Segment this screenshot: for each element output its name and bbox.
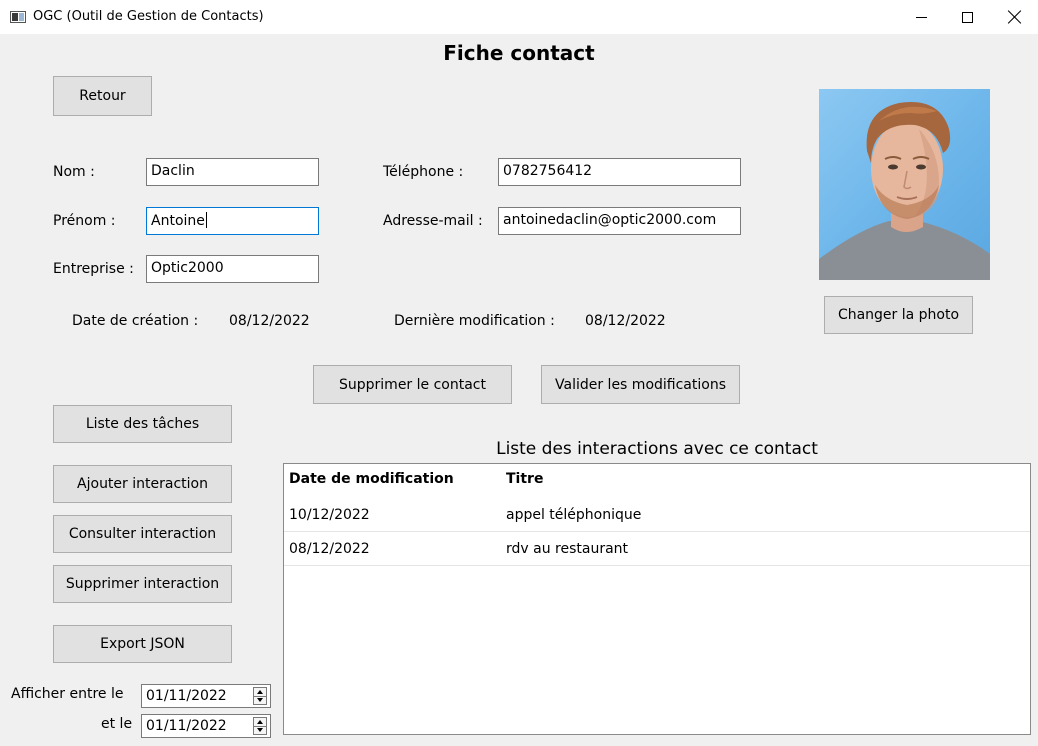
view-interaction-button[interactable]: Consulter interaction [53, 515, 232, 553]
interactions-title: Liste des interactions avec ce contact [496, 439, 818, 459]
first-name-field[interactable]: Antoine [146, 207, 319, 235]
export-json-button[interactable]: Export JSON [53, 625, 232, 663]
created-date-label: Date de création : [72, 313, 199, 329]
first-name-value: Antoine [151, 213, 205, 229]
last-name-field[interactable]: Daclin [146, 158, 319, 186]
email-field[interactable]: antoinedaclin@optic2000.com [498, 207, 741, 235]
table-row[interactable]: 10/12/2022 appel téléphonique [284, 498, 1030, 532]
company-label: Entreprise : [53, 261, 134, 277]
contact-photo [819, 89, 990, 280]
email-label: Adresse-mail : [383, 213, 483, 229]
delete-interaction-button[interactable]: Supprimer interaction [53, 565, 232, 603]
row-date: 10/12/2022 [289, 507, 370, 523]
change-photo-button[interactable]: Changer la photo [824, 296, 973, 334]
row-title: rdv au restaurant [506, 541, 629, 557]
maximize-button[interactable] [944, 0, 990, 34]
filter-to-label: et le [101, 716, 133, 732]
row-title: appel téléphonique [506, 507, 642, 523]
filter-from-value: 01/11/2022 [146, 688, 227, 704]
minimize-icon [915, 16, 927, 18]
column-header-title[interactable]: Titre [506, 471, 543, 487]
first-name-label: Prénom : [53, 213, 116, 229]
created-date-value: 08/12/2022 [229, 313, 310, 329]
page-title: Fiche contact [443, 41, 595, 65]
maximize-icon [961, 11, 973, 23]
column-header-date[interactable]: Date de modification [289, 471, 454, 487]
window-title: OGC (Outil de Gestion de Contacts) [33, 9, 264, 24]
contact-portrait-image [819, 102, 990, 280]
filter-to-date-input[interactable]: 01/11/2022 [141, 714, 271, 738]
row-date: 08/12/2022 [289, 541, 370, 557]
delete-contact-button[interactable]: Supprimer le contact [313, 365, 512, 404]
spin-arrows-icon[interactable] [253, 717, 267, 735]
filter-from-label: Afficher entre le [11, 686, 124, 702]
filter-to-value: 01/11/2022 [146, 718, 227, 734]
filter-from-date-input[interactable]: 01/11/2022 [141, 684, 271, 708]
close-icon [1008, 10, 1022, 24]
validate-changes-button[interactable]: Valider les modifications [541, 365, 740, 404]
phone-field[interactable]: 0782756412 [498, 158, 741, 186]
last-name-label: Nom : [53, 164, 95, 180]
modified-date-label: Dernière modification : [394, 313, 555, 329]
window-title-bar: OGC (Outil de Gestion de Contacts) [0, 0, 1038, 34]
minimize-button[interactable] [898, 0, 944, 34]
close-button[interactable] [992, 0, 1038, 34]
back-button[interactable]: Retour [53, 76, 152, 116]
interactions-table: Date de modification Titre 10/12/2022 ap… [283, 463, 1031, 735]
phone-label: Téléphone : [383, 164, 464, 180]
table-row[interactable]: 08/12/2022 rdv au restaurant [284, 532, 1030, 566]
task-list-button[interactable]: Liste des tâches [53, 405, 232, 443]
app-window-icon [10, 11, 26, 23]
company-field[interactable]: Optic2000 [146, 255, 319, 283]
add-interaction-button[interactable]: Ajouter interaction [53, 465, 232, 503]
modified-date-value: 08/12/2022 [585, 313, 666, 329]
spin-arrows-icon[interactable] [253, 687, 267, 705]
text-caret [205, 212, 207, 228]
